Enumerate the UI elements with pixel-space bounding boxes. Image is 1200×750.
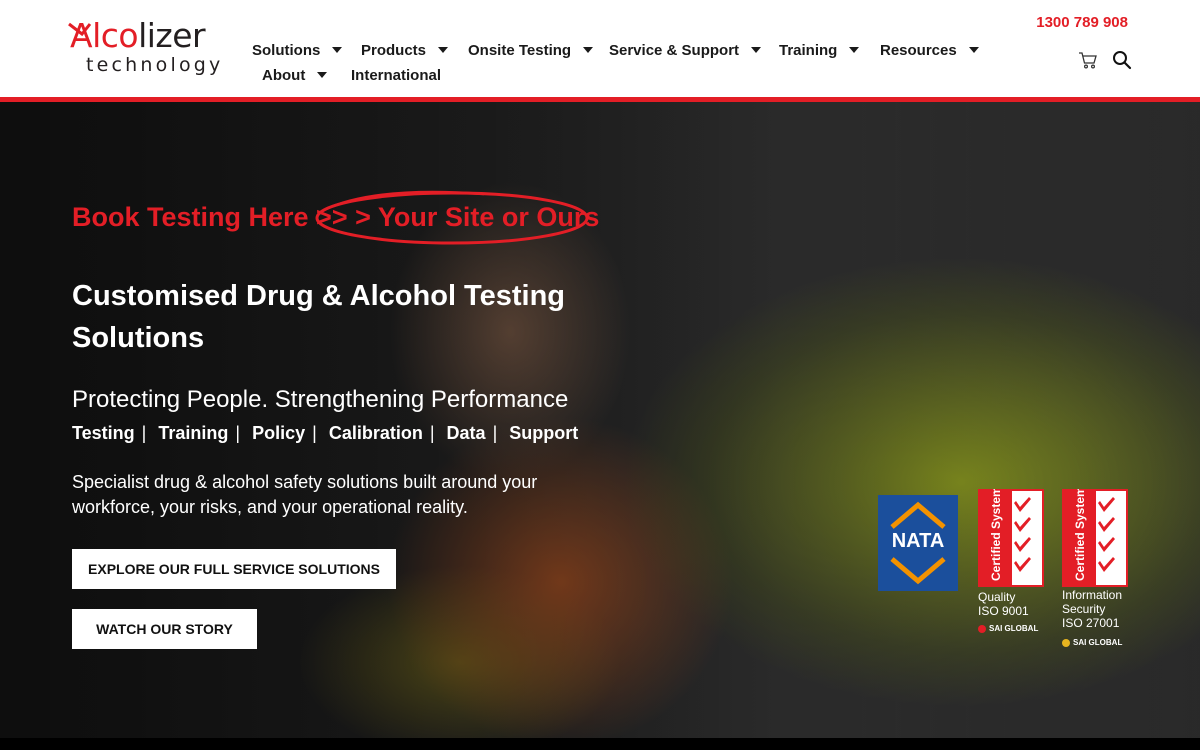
sai-global-logo-2: SAI GLOBAL <box>1062 638 1122 647</box>
explore-services-button[interactable]: Explore Our Full Service Solutions <box>72 549 396 589</box>
hero-subheading: Protecting People. Strengthening Perform… <box>72 386 569 413</box>
sai-global-logo-1: SAI GLOBAL <box>978 624 1038 633</box>
nata-label: NATA <box>891 530 945 552</box>
cert-label-1: Certified System <box>989 489 1003 581</box>
iso-9001-badge: Certified System <box>978 489 1044 587</box>
nav-item-products[interactable]: Products <box>361 39 449 61</box>
nav-item-training[interactable]: Training <box>779 39 860 61</box>
hero-heading: Customised Drug & Alcohol Testing Soluti… <box>72 280 566 354</box>
cert-label-2: Certified System <box>1073 489 1087 581</box>
iso-27001-caption: Information Security ISO 27001 <box>1062 588 1123 630</box>
nav-item-international[interactable]: International <box>351 64 441 86</box>
alcolizer-logo[interactable]: Alcolizer technology <box>68 16 235 78</box>
chevron-down-icon <box>332 47 343 53</box>
iso-27001-badge: Certified System <box>1062 489 1128 587</box>
main-navigation: Solutions Products Onsite Testing Servic… <box>250 39 990 89</box>
search-icon[interactable] <box>1112 50 1132 70</box>
watch-story-button[interactable]: Watch Our Story <box>72 609 257 649</box>
sai-dot-icon <box>978 624 986 633</box>
chevron-down-icon <box>968 47 979 53</box>
chevron-down-icon <box>317 72 328 78</box>
hero-description: Specialist drug & alcohol safety solutio… <box>72 472 538 517</box>
site-header: Alcolizer technology Solutions Products … <box>0 0 1200 97</box>
nav-item-service-support[interactable]: Service & Support <box>609 39 762 61</box>
service-tags: Testing | Training | Policy | Calibration | … <box>72 423 579 443</box>
tag-training: Training <box>158 423 229 443</box>
nata-badge: NATA <box>878 495 958 591</box>
tag-calibration: Calibration <box>328 423 423 443</box>
iso-9001-caption: Quality ISO 9001 <box>978 590 1029 618</box>
tag-policy: Policy <box>252 423 306 443</box>
tag-support: Support <box>509 423 579 443</box>
sai-dot-icon <box>1062 638 1070 647</box>
nav-item-onsite-testing[interactable]: Onsite Testing <box>468 39 594 61</box>
highlight-ellipse <box>315 190 589 245</box>
chevron-down-icon <box>438 47 449 53</box>
page-bottom-edge <box>0 738 1200 750</box>
cart-icon[interactable] <box>1078 51 1098 69</box>
logo-wordmark: Alcolizer <box>70 16 206 55</box>
tag-data: Data <box>446 423 486 443</box>
nav-item-resources[interactable]: Resources <box>880 39 979 61</box>
chevron-down-icon <box>583 47 594 53</box>
tag-testing: Testing <box>72 423 135 443</box>
chevron-down-icon <box>849 47 860 53</box>
nav-row-2: About International <box>250 64 990 89</box>
nav-item-about[interactable]: About <box>262 64 328 86</box>
logo-subtitle: technology <box>86 54 224 76</box>
nav-row-1: Solutions Products Onsite Testing Servic… <box>250 39 990 64</box>
nav-item-solutions[interactable]: Solutions <box>252 39 343 61</box>
chevron-down-icon <box>751 47 762 53</box>
phone-number[interactable]: 1300 789 908 <box>1036 14 1128 31</box>
